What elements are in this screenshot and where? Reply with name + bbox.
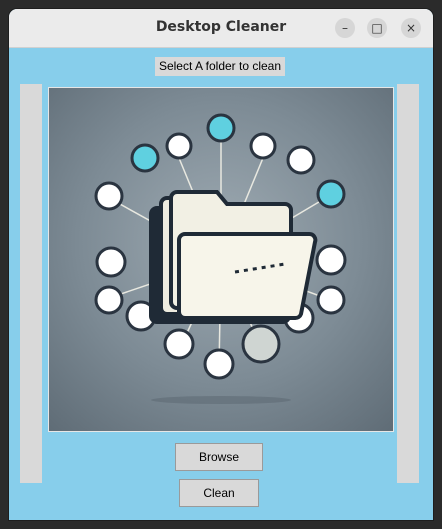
clean-button[interactable]: Clean [179, 479, 259, 507]
minimize-button[interactable]: – [335, 18, 355, 38]
maximize-icon: □ [371, 21, 383, 35]
title-bar[interactable]: Desktop Cleaner – □ × [9, 9, 433, 48]
maximize-button[interactable]: □ [367, 18, 387, 38]
minimize-icon: – [342, 21, 348, 35]
close-button[interactable]: × [401, 18, 421, 38]
app-window: Desktop Cleaner – □ × Select A folder to… [9, 9, 433, 520]
left-scrollbar[interactable] [20, 84, 42, 483]
instruction-label: Select A folder to clean [155, 57, 285, 76]
folder-network-icon [94, 113, 347, 404]
close-icon: × [405, 21, 417, 35]
browse-button[interactable]: Browse [175, 443, 263, 471]
right-scrollbar[interactable] [397, 84, 419, 483]
folder-illustration [48, 87, 394, 432]
